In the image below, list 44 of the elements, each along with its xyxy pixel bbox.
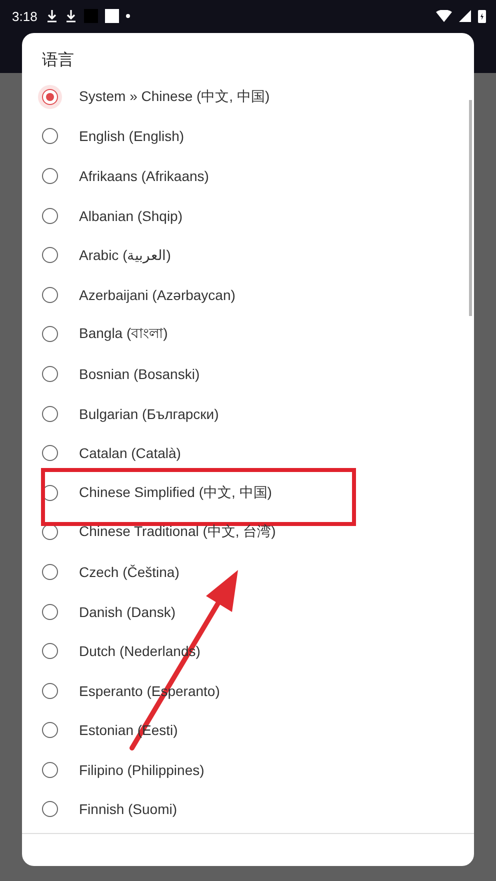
download-icon [46,9,58,23]
radio-button[interactable] [42,208,58,224]
radio-button[interactable] [42,682,58,699]
radio-button[interactable] [42,445,58,462]
language-option[interactable]: System » Chinese (中文, 中国) [22,77,474,117]
radio-button[interactable] [42,762,58,778]
radio-button[interactable] [42,643,58,660]
radio-button[interactable] [42,406,58,422]
language-option[interactable]: Czech (Čeština) [22,552,474,592]
radio-button[interactable] [42,168,58,184]
radio-button[interactable] [42,366,58,382]
square-icon [105,9,120,23]
language-option[interactable]: Arabic (العربية) [22,235,474,275]
language-option[interactable]: English (English) [22,116,474,156]
language-option[interactable]: Filipino (Philippines) [22,750,474,790]
language-option[interactable]: Bangla (বাংলা) [22,314,474,354]
signal-icon [459,10,471,22]
dot-icon [126,14,130,18]
language-option[interactable]: Catalan (Català) [22,433,474,473]
radio-button[interactable] [42,722,58,738]
language-option[interactable]: Bosnian (Bosanski) [22,354,474,394]
battery-icon [478,9,486,23]
language-option[interactable]: Finnish (Suomi) [22,790,474,830]
language-option[interactable]: Chinese Traditional (中文, 台湾) [22,512,474,552]
radio-button[interactable] [42,286,58,303]
radio-button[interactable] [42,484,58,501]
wifi-icon [436,10,452,22]
square-icon [84,9,98,23]
radio-button[interactable] [42,524,58,540]
language-option[interactable]: Danish (Dansk) [22,592,474,632]
dialog-title: 语言 [41,50,75,71]
radio-button[interactable] [42,326,58,342]
download-icon [65,9,78,23]
language-option[interactable]: Chinese Simplified (中文, 中国) [22,472,474,513]
radio-button[interactable] [42,801,58,818]
radio-button[interactable] [42,564,58,580]
language-option[interactable]: Bulgarian (Български) [22,394,474,434]
language-option[interactable]: Afrikaans (Afrikaans) [22,156,474,196]
clock-time: 3:18 [12,8,38,24]
radio-button[interactable] [42,604,58,620]
language-option[interactable]: Albanian (Shqip) [22,196,474,236]
radio-button[interactable] [42,128,58,144]
radio-button[interactable] [42,247,58,264]
language-option[interactable]: Azerbaijani (Azərbaycan) [22,274,474,315]
